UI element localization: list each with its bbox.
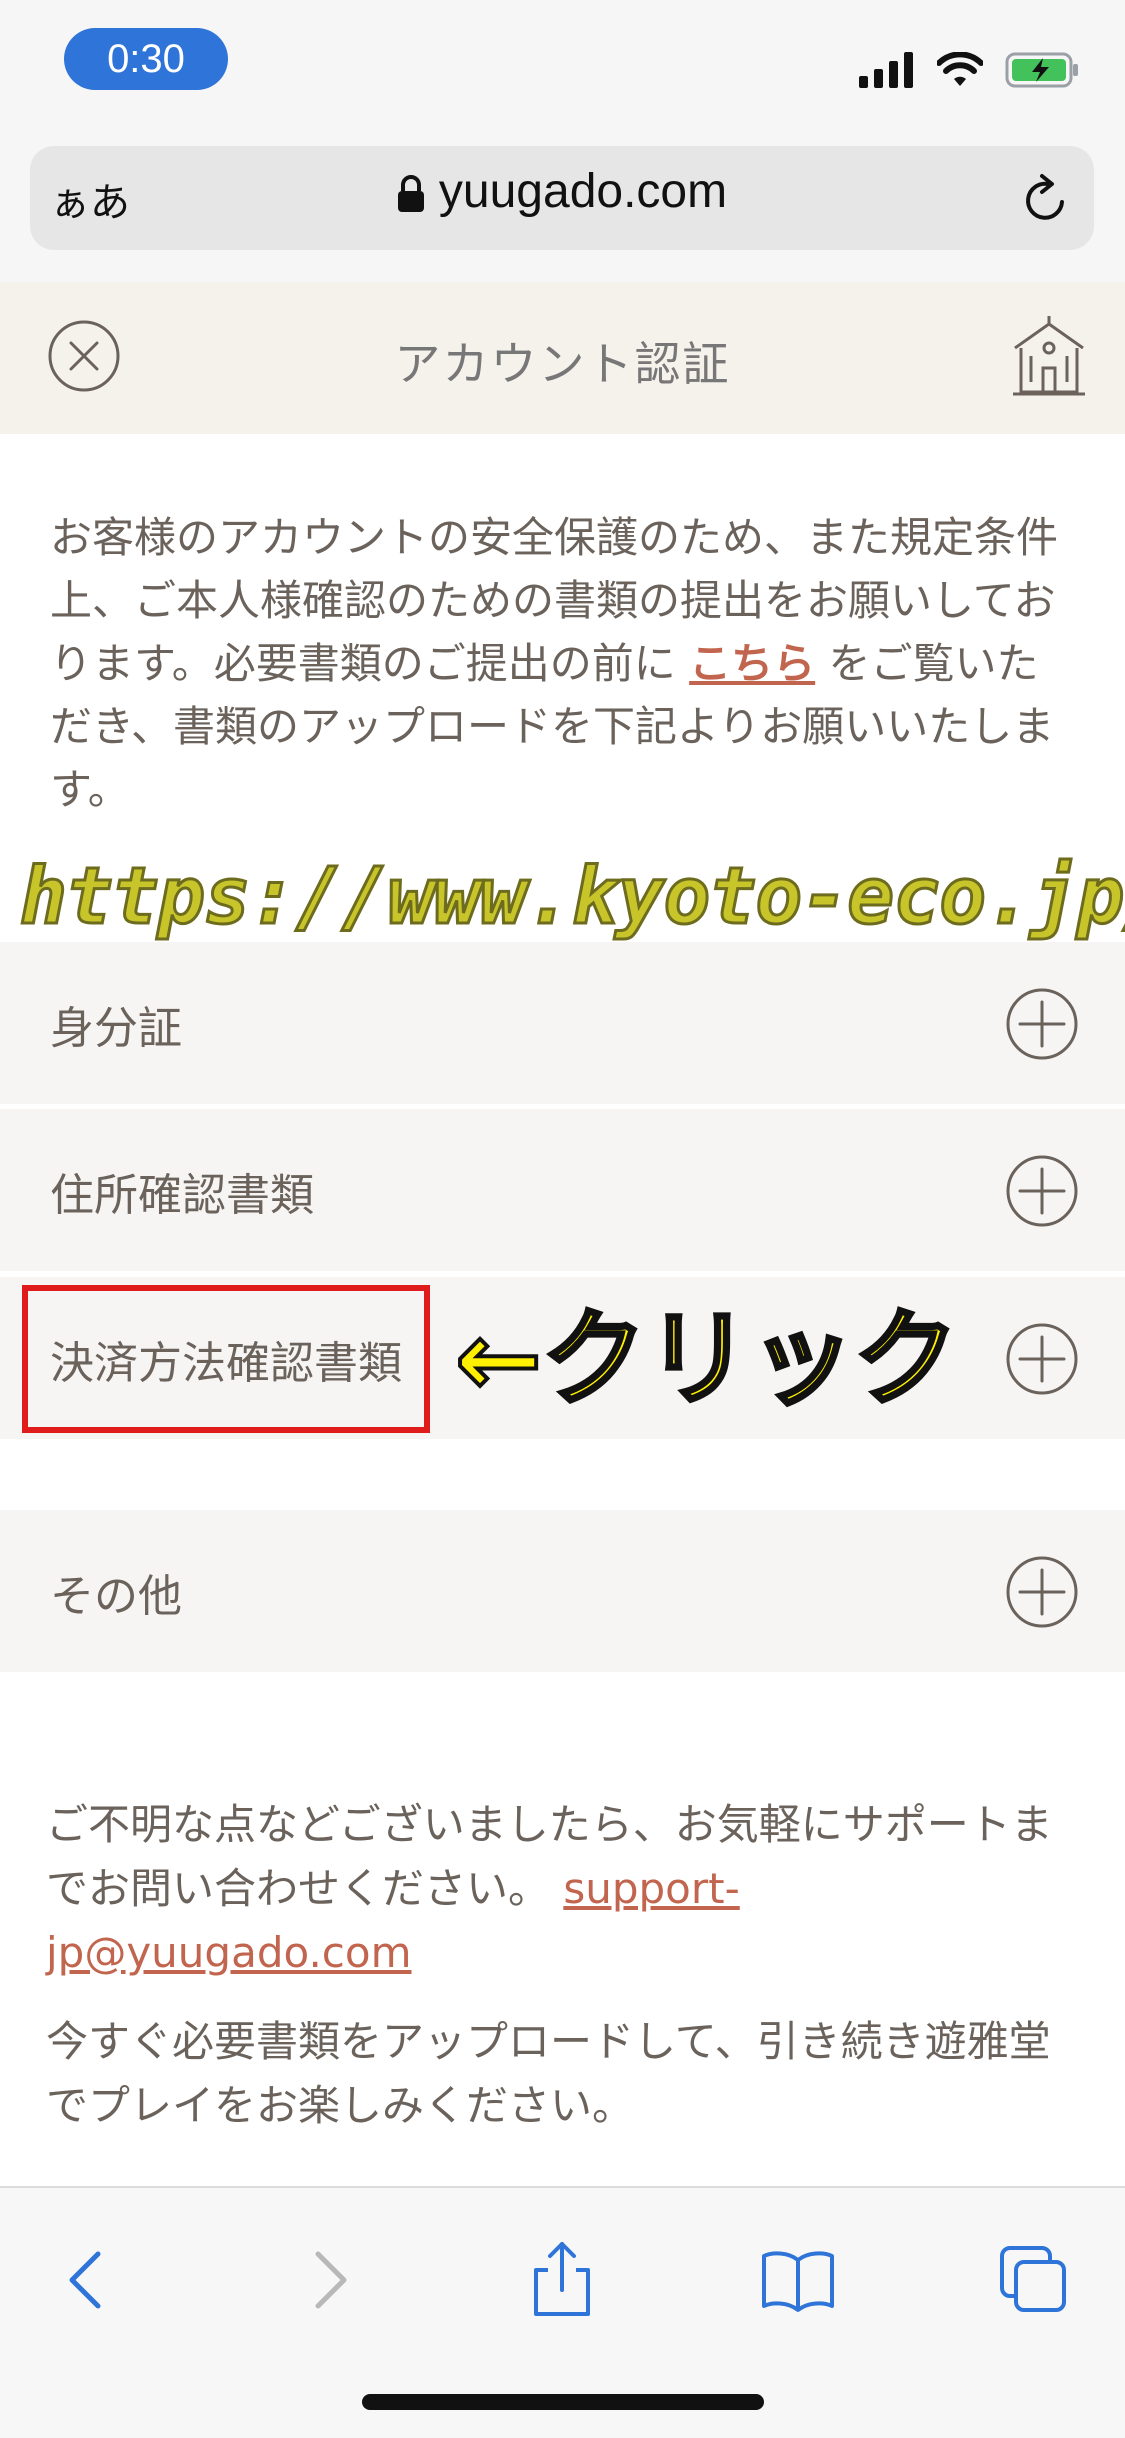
back-icon[interactable] [48, 2240, 128, 2320]
closing-text: 今すぐ必要書類をアップロードして、引き続き遊雅堂でプレイをお楽しみください。 [46, 2017, 1051, 2130]
plus-circle-icon[interactable] [1004, 1321, 1080, 1397]
page-header: アカウント認証 [0, 282, 1125, 434]
bookmarks-icon[interactable] [758, 2240, 838, 2320]
section-label-address: 住所確認書類 [50, 1170, 314, 1221]
wifi-icon [937, 52, 983, 86]
browser-url-area: ぁあ yuugado.com [0, 140, 1125, 282]
home-indicator[interactable] [362, 2394, 764, 2410]
section-label-other: その他 [50, 1571, 182, 1622]
plus-circle-icon[interactable] [1004, 1153, 1080, 1229]
forward-icon[interactable] [288, 2240, 368, 2320]
battery-charging-icon [1005, 52, 1078, 88]
url-display[interactable]: yuugado.com [30, 164, 1094, 219]
section-identity[interactable]: 身分証 [0, 942, 1125, 1104]
highlight-box [22, 1285, 430, 1433]
status-time: 0:30 [64, 28, 228, 90]
section-address[interactable]: 住所確認書類 [0, 1109, 1125, 1271]
plus-circle-icon[interactable] [1004, 986, 1080, 1062]
page-title: アカウント認証 [394, 337, 731, 391]
home-icon[interactable] [1009, 312, 1089, 398]
status-icons [859, 40, 1081, 100]
support-text-body: ご不明な点などございましたら、お気軽にサポートまでお問い合わせください。 [46, 1800, 1053, 1913]
intro-text: お客様のアカウントの安全保護のため、また規定条件上、ご本人様確認のための書類の提… [50, 506, 1080, 821]
lock-icon [397, 175, 424, 212]
intro-link[interactable]: こちら [689, 639, 815, 688]
plus-circle-icon[interactable] [1004, 1554, 1080, 1630]
reload-icon[interactable] [1020, 170, 1072, 226]
support-text: ご不明な点などございましたら、お気軽にサポートまでお問い合わせください。 sup… [46, 1793, 1086, 1985]
tabs-icon[interactable] [994, 2240, 1074, 2320]
annotation-url-watermark: https://www.kyoto-eco.jp/ [19, 851, 1125, 944]
section-other[interactable]: その他 [0, 1510, 1125, 1672]
status-bar: 0:30 [0, 0, 1125, 140]
url-domain: yuugado.com [438, 165, 728, 218]
section-label-identity: 身分証 [50, 1003, 182, 1054]
address-bar[interactable]: ぁあ yuugado.com [30, 146, 1094, 250]
signal-icon [859, 52, 913, 88]
share-icon[interactable] [522, 2240, 602, 2320]
annotation-click-label: ←クリック [453, 1296, 960, 1422]
